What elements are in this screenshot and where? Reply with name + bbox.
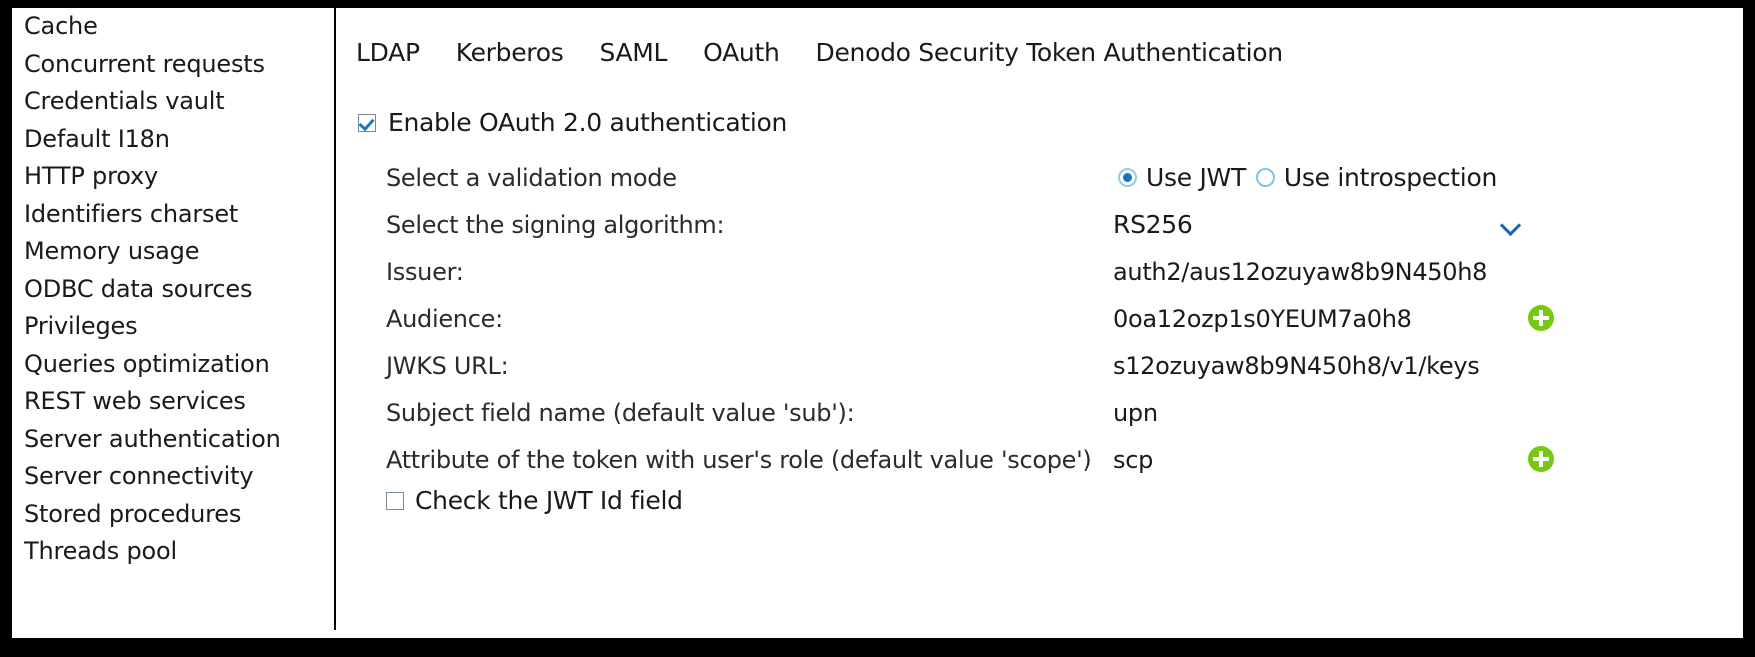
audience-input[interactable]: 0oa12ozp1s0YEUM7a0h8 — [1113, 305, 1528, 333]
chevron-down-icon[interactable] — [1501, 218, 1523, 232]
sidebar-item-default-i18n[interactable]: Default I18n — [12, 121, 334, 159]
check-jwt-id-row[interactable]: Check the JWT Id field — [386, 486, 683, 515]
radio-option-use-introspection[interactable]: Use introspection — [1255, 163, 1497, 192]
check-jwt-id-checkbox[interactable] — [386, 491, 404, 510]
sidebar-item-odbc-data-sources[interactable]: ODBC data sources — [12, 271, 334, 309]
settings-sidebar[interactable]: Cache Concurrent requests Credentials va… — [12, 8, 336, 630]
tab-denodo-security-token-authentication[interactable]: Denodo Security Token Authentication — [798, 38, 1301, 67]
issuer-row: Issuer: auth2/aus12ozuyaw8b9N450h8 — [338, 248, 1743, 295]
main-panel: LDAP Kerberos SAML OAuth Denodo Security… — [338, 8, 1743, 630]
sidebar-item-memory-usage[interactable]: Memory usage — [12, 233, 334, 271]
role-attribute-input[interactable]: scp — [1113, 446, 1528, 474]
add-role-attribute-icon[interactable] — [1528, 446, 1554, 472]
tab-ldap[interactable]: LDAP — [338, 38, 438, 67]
signing-algorithm-label: Select the signing algorithm: — [386, 210, 725, 239]
application-window: Cache Concurrent requests Credentials va… — [0, 0, 1755, 657]
issuer-label: Issuer: — [386, 257, 464, 286]
jwks-url-row: JWKS URL: s12ozuyaw8b9N450h8/v1/keys — [338, 342, 1743, 389]
validation-mode-label: Select a validation mode — [386, 163, 677, 192]
tab-saml[interactable]: SAML — [581, 38, 685, 67]
sidebar-item-concurrent-requests[interactable]: Concurrent requests — [12, 46, 334, 84]
audience-row: Audience: 0oa12ozp1s0YEUM7a0h8 — [338, 295, 1743, 342]
enable-oauth-label: Enable OAuth 2.0 authentication — [388, 108, 788, 137]
add-audience-icon[interactable] — [1528, 305, 1554, 331]
oauth-settings-form: Select a validation mode Use JWT Use int… — [338, 154, 1743, 483]
validation-mode-row: Select a validation mode Use JWT Use int… — [338, 154, 1743, 201]
signing-algorithm-select[interactable]: RS256 — [1113, 210, 1533, 239]
radio-use-introspection[interactable] — [1255, 168, 1275, 187]
subject-field-name-label: Subject field name (default value 'sub')… — [386, 398, 855, 427]
role-attribute-row: Attribute of the token with user's role … — [338, 436, 1743, 483]
auth-tab-bar[interactable]: LDAP Kerberos SAML OAuth Denodo Security… — [338, 30, 1301, 74]
jwks-url-label: JWKS URL: — [386, 351, 509, 380]
radio-use-jwt[interactable] — [1118, 168, 1137, 187]
role-attribute-label: Attribute of the token with user's role … — [386, 445, 1092, 474]
sidebar-item-server-authentication[interactable]: Server authentication — [12, 421, 334, 459]
audience-label: Audience: — [386, 304, 503, 333]
sidebar-item-queries-optimization[interactable]: Queries optimization — [12, 346, 334, 384]
tab-oauth[interactable]: OAuth — [685, 38, 797, 67]
sidebar-item-server-connectivity[interactable]: Server connectivity — [12, 458, 334, 496]
tab-kerberos[interactable]: Kerberos — [438, 38, 582, 67]
enable-oauth-row[interactable]: Enable OAuth 2.0 authentication — [358, 108, 787, 137]
signing-algorithm-value: RS256 — [1113, 210, 1193, 239]
sidebar-item-identifiers-charset[interactable]: Identifiers charset — [12, 196, 334, 234]
sidebar-item-threads-pool[interactable]: Threads pool — [12, 533, 334, 571]
radio-use-jwt-label: Use JWT — [1146, 163, 1246, 192]
sidebar-item-credentials-vault[interactable]: Credentials vault — [12, 83, 334, 121]
radio-option-use-jwt[interactable]: Use JWT — [1118, 163, 1246, 192]
signing-algorithm-row: Select the signing algorithm: RS256 — [338, 201, 1743, 248]
content-area: Cache Concurrent requests Credentials va… — [12, 8, 1743, 638]
subject-field-name-row: Subject field name (default value 'sub')… — [338, 389, 1743, 436]
subject-field-name-input[interactable]: upn — [1113, 399, 1528, 427]
sidebar-item-rest-web-services[interactable]: REST web services — [12, 383, 334, 421]
sidebar-item-privileges[interactable]: Privileges — [12, 308, 334, 346]
validation-mode-radio-group[interactable]: Use JWT Use introspection — [1118, 163, 1497, 192]
jwks-url-input[interactable]: s12ozuyaw8b9N450h8/v1/keys — [1113, 352, 1528, 380]
check-jwt-id-label: Check the JWT Id field — [415, 486, 683, 515]
sidebar-item-cache[interactable]: Cache — [12, 8, 334, 46]
sidebar-item-http-proxy[interactable]: HTTP proxy — [12, 158, 334, 196]
enable-oauth-checkbox[interactable] — [358, 113, 376, 132]
sidebar-item-stored-procedures[interactable]: Stored procedures — [12, 496, 334, 534]
issuer-input[interactable]: auth2/aus12ozuyaw8b9N450h8 — [1113, 258, 1528, 286]
radio-use-introspection-label: Use introspection — [1283, 163, 1497, 192]
